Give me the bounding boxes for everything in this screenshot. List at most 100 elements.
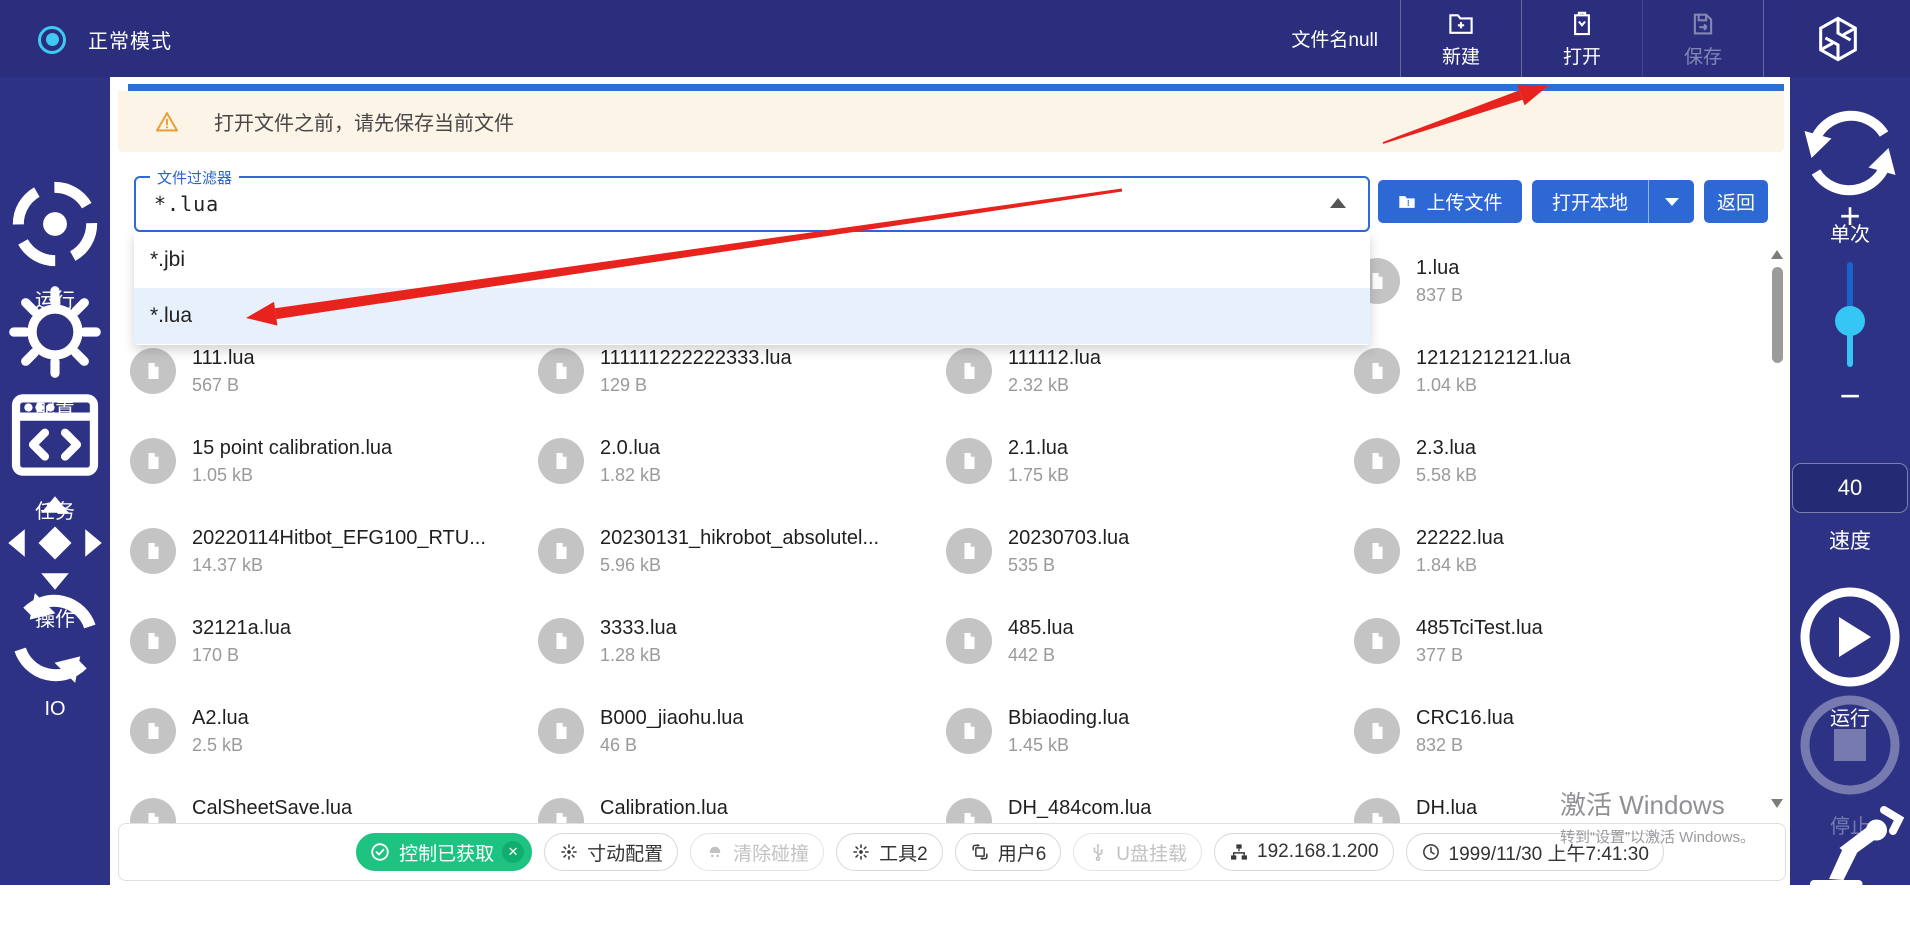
status-pill-U盘挂载[interactable]: U盘挂载 (1073, 833, 1202, 871)
status-pill-用户6[interactable]: 用户6 (955, 833, 1062, 871)
status-pill-工具2[interactable]: 工具2 (836, 833, 943, 871)
file-item[interactable]: 1.lua 837 B (1354, 255, 1762, 345)
file-item[interactable]: 485.lua 442 B (946, 615, 1354, 705)
back-button[interactable]: 返回 (1704, 180, 1768, 223)
robot-arm-icon (1790, 792, 1910, 912)
file-name: Bbiaoding.lua (1008, 705, 1129, 731)
file-name: 32121a.lua (192, 615, 291, 641)
file-size: 2.5 kB (192, 735, 249, 756)
gear-icon (0, 277, 110, 387)
file-item[interactable]: 22222.lua 1.84 kB (1354, 525, 1762, 615)
file-size: 46 B (600, 735, 743, 756)
status-pill-192.168.1.200[interactable]: 192.168.1.200 (1214, 833, 1394, 871)
file-item[interactable]: Bbiaoding.lua 1.45 kB (946, 705, 1354, 795)
file-item[interactable]: 111112.lua 2.32 kB (946, 345, 1354, 435)
open-local-button[interactable]: 打开本地 (1532, 188, 1648, 215)
file-name: DH.lua (1416, 795, 1477, 821)
topbar-action-new-file[interactable]: 新建 (1400, 0, 1521, 77)
filter-option[interactable]: *.jbi (134, 232, 1370, 288)
document-icon (538, 348, 584, 394)
file-item[interactable]: 485TciTest.lua 377 B (1354, 615, 1762, 705)
file-name: 485.lua (1008, 615, 1074, 641)
file-size: 1.28 kB (600, 645, 677, 666)
file-item[interactable]: 111.lua 567 B (130, 345, 538, 435)
file-size: 442 B (1008, 645, 1074, 666)
file-size: 832 B (1416, 735, 1514, 756)
file-name: Calibration.lua (600, 795, 728, 821)
file-item[interactable]: 20220114Hitbot_EFG100_RTU... 14.37 kB (130, 525, 538, 615)
task-icon (0, 380, 110, 490)
file-item[interactable]: 2.3.lua 5.58 kB (1354, 435, 1762, 525)
play-circle-icon (1790, 577, 1910, 697)
chevron-down-icon (1665, 198, 1679, 206)
file-size: 535 B (1008, 555, 1129, 576)
file-name: 1.lua (1416, 255, 1463, 281)
sidebar-item-IO[interactable]: IO (0, 583, 110, 721)
open-local-dropdown-toggle[interactable] (1648, 180, 1694, 223)
move-icon (0, 488, 110, 598)
topbar-actions: 新建 打开 保存 (1400, 0, 1763, 77)
document-icon (1354, 618, 1400, 664)
file-item[interactable]: 20230703.lua 535 B (946, 525, 1354, 615)
file-item[interactable]: A2.lua 2.5 kB (130, 705, 538, 795)
logo-cell (1763, 0, 1910, 77)
file-list-scrollbar[interactable] (1771, 248, 1784, 810)
slider-thumb[interactable] (1835, 306, 1865, 336)
status-pill-寸动配置[interactable]: 寸动配置 (544, 833, 678, 871)
document-icon (130, 618, 176, 664)
status-pill-1999/11/30 上午7:41:30[interactable]: 1999/11/30 上午7:41:30 (1406, 833, 1664, 871)
file-item[interactable]: CRC16.lua 832 B (1354, 705, 1762, 795)
speed-slider[interactable] (1790, 262, 1910, 372)
file-name: 485TciTest.lua (1416, 615, 1543, 641)
upload-file-label: 上传文件 (1426, 188, 1502, 215)
file-item[interactable]: 3333.lua 1.28 kB (538, 615, 946, 705)
file-size: 1.04 kB (1416, 375, 1571, 396)
folder-icon (1397, 192, 1417, 212)
scroll-down-icon[interactable] (1771, 799, 1783, 808)
file-name: 12121212121.lua (1416, 345, 1571, 371)
file-name: CalSheetSave.lua (192, 795, 352, 821)
file-item[interactable]: 32121a.lua 170 B (130, 615, 538, 705)
topbar-action-disabled-save[interactable]: 保存 (1642, 0, 1763, 77)
filename-label: 文件名null (1291, 0, 1378, 77)
speed-value: 40 (1792, 463, 1908, 513)
file-item[interactable]: 2.0.lua 1.82 kB (538, 435, 946, 525)
file-filter-value: *.lua (154, 192, 219, 216)
file-item[interactable]: B000_jiaohu.lua 46 B (538, 705, 946, 795)
filter-option[interactable]: *.lua (134, 288, 1370, 344)
speed-minus-button[interactable]: − (1790, 375, 1910, 417)
file-name: DH_484com.lua (1008, 795, 1151, 821)
document-icon (946, 708, 992, 754)
file-size: 2.32 kB (1008, 375, 1101, 396)
filter-dropdown-list: *.jbi*.lua (134, 232, 1370, 345)
file-item[interactable]: 20230131_hikrobot_absolutel... 5.96 kB (538, 525, 946, 615)
topbar-action-open-file[interactable]: 打开 (1521, 0, 1642, 77)
file-name: B000_jiaohu.lua (600, 705, 743, 731)
status-pill-控制已获取[interactable]: 控制已获取 ✕ (356, 833, 532, 871)
jog-icon (559, 842, 579, 862)
warning-icon (154, 109, 180, 135)
close-icon[interactable]: ✕ (502, 841, 524, 863)
scrollbar-thumb[interactable] (1772, 267, 1783, 363)
content-top-strip (128, 84, 1784, 91)
chevron-up-icon[interactable] (1330, 198, 1346, 208)
status-pill-清除碰撞[interactable]: 清除碰撞 (690, 833, 824, 871)
file-item[interactable]: 15 point calibration.lua 1.05 kB (130, 435, 538, 525)
file-name: 2.0.lua (600, 435, 661, 461)
file-item[interactable]: 2.1.lua 1.75 kB (946, 435, 1354, 525)
file-item[interactable]: 12121212121.lua 1.04 kB (1354, 345, 1762, 435)
speed-plus-button[interactable]: + (1790, 195, 1910, 237)
file-size: 377 B (1416, 645, 1543, 666)
io-icon (0, 583, 110, 693)
drag-button[interactable]: 拖动 (1790, 792, 1910, 946)
document-icon (538, 708, 584, 754)
scroll-up-icon[interactable] (1771, 250, 1783, 259)
file-filter-combobox[interactable]: 文件过滤器 *.lua (134, 176, 1370, 232)
new-file-icon (1446, 9, 1476, 39)
file-name: 111112.lua (1008, 345, 1101, 371)
upload-file-button[interactable]: 上传文件 (1378, 180, 1522, 223)
file-name: 2.1.lua (1008, 435, 1069, 461)
file-item[interactable]: 111111222222333.lua 129 B (538, 345, 946, 435)
cube-logo-icon (1812, 13, 1864, 65)
file-filter-label: 文件过滤器 (150, 167, 239, 188)
